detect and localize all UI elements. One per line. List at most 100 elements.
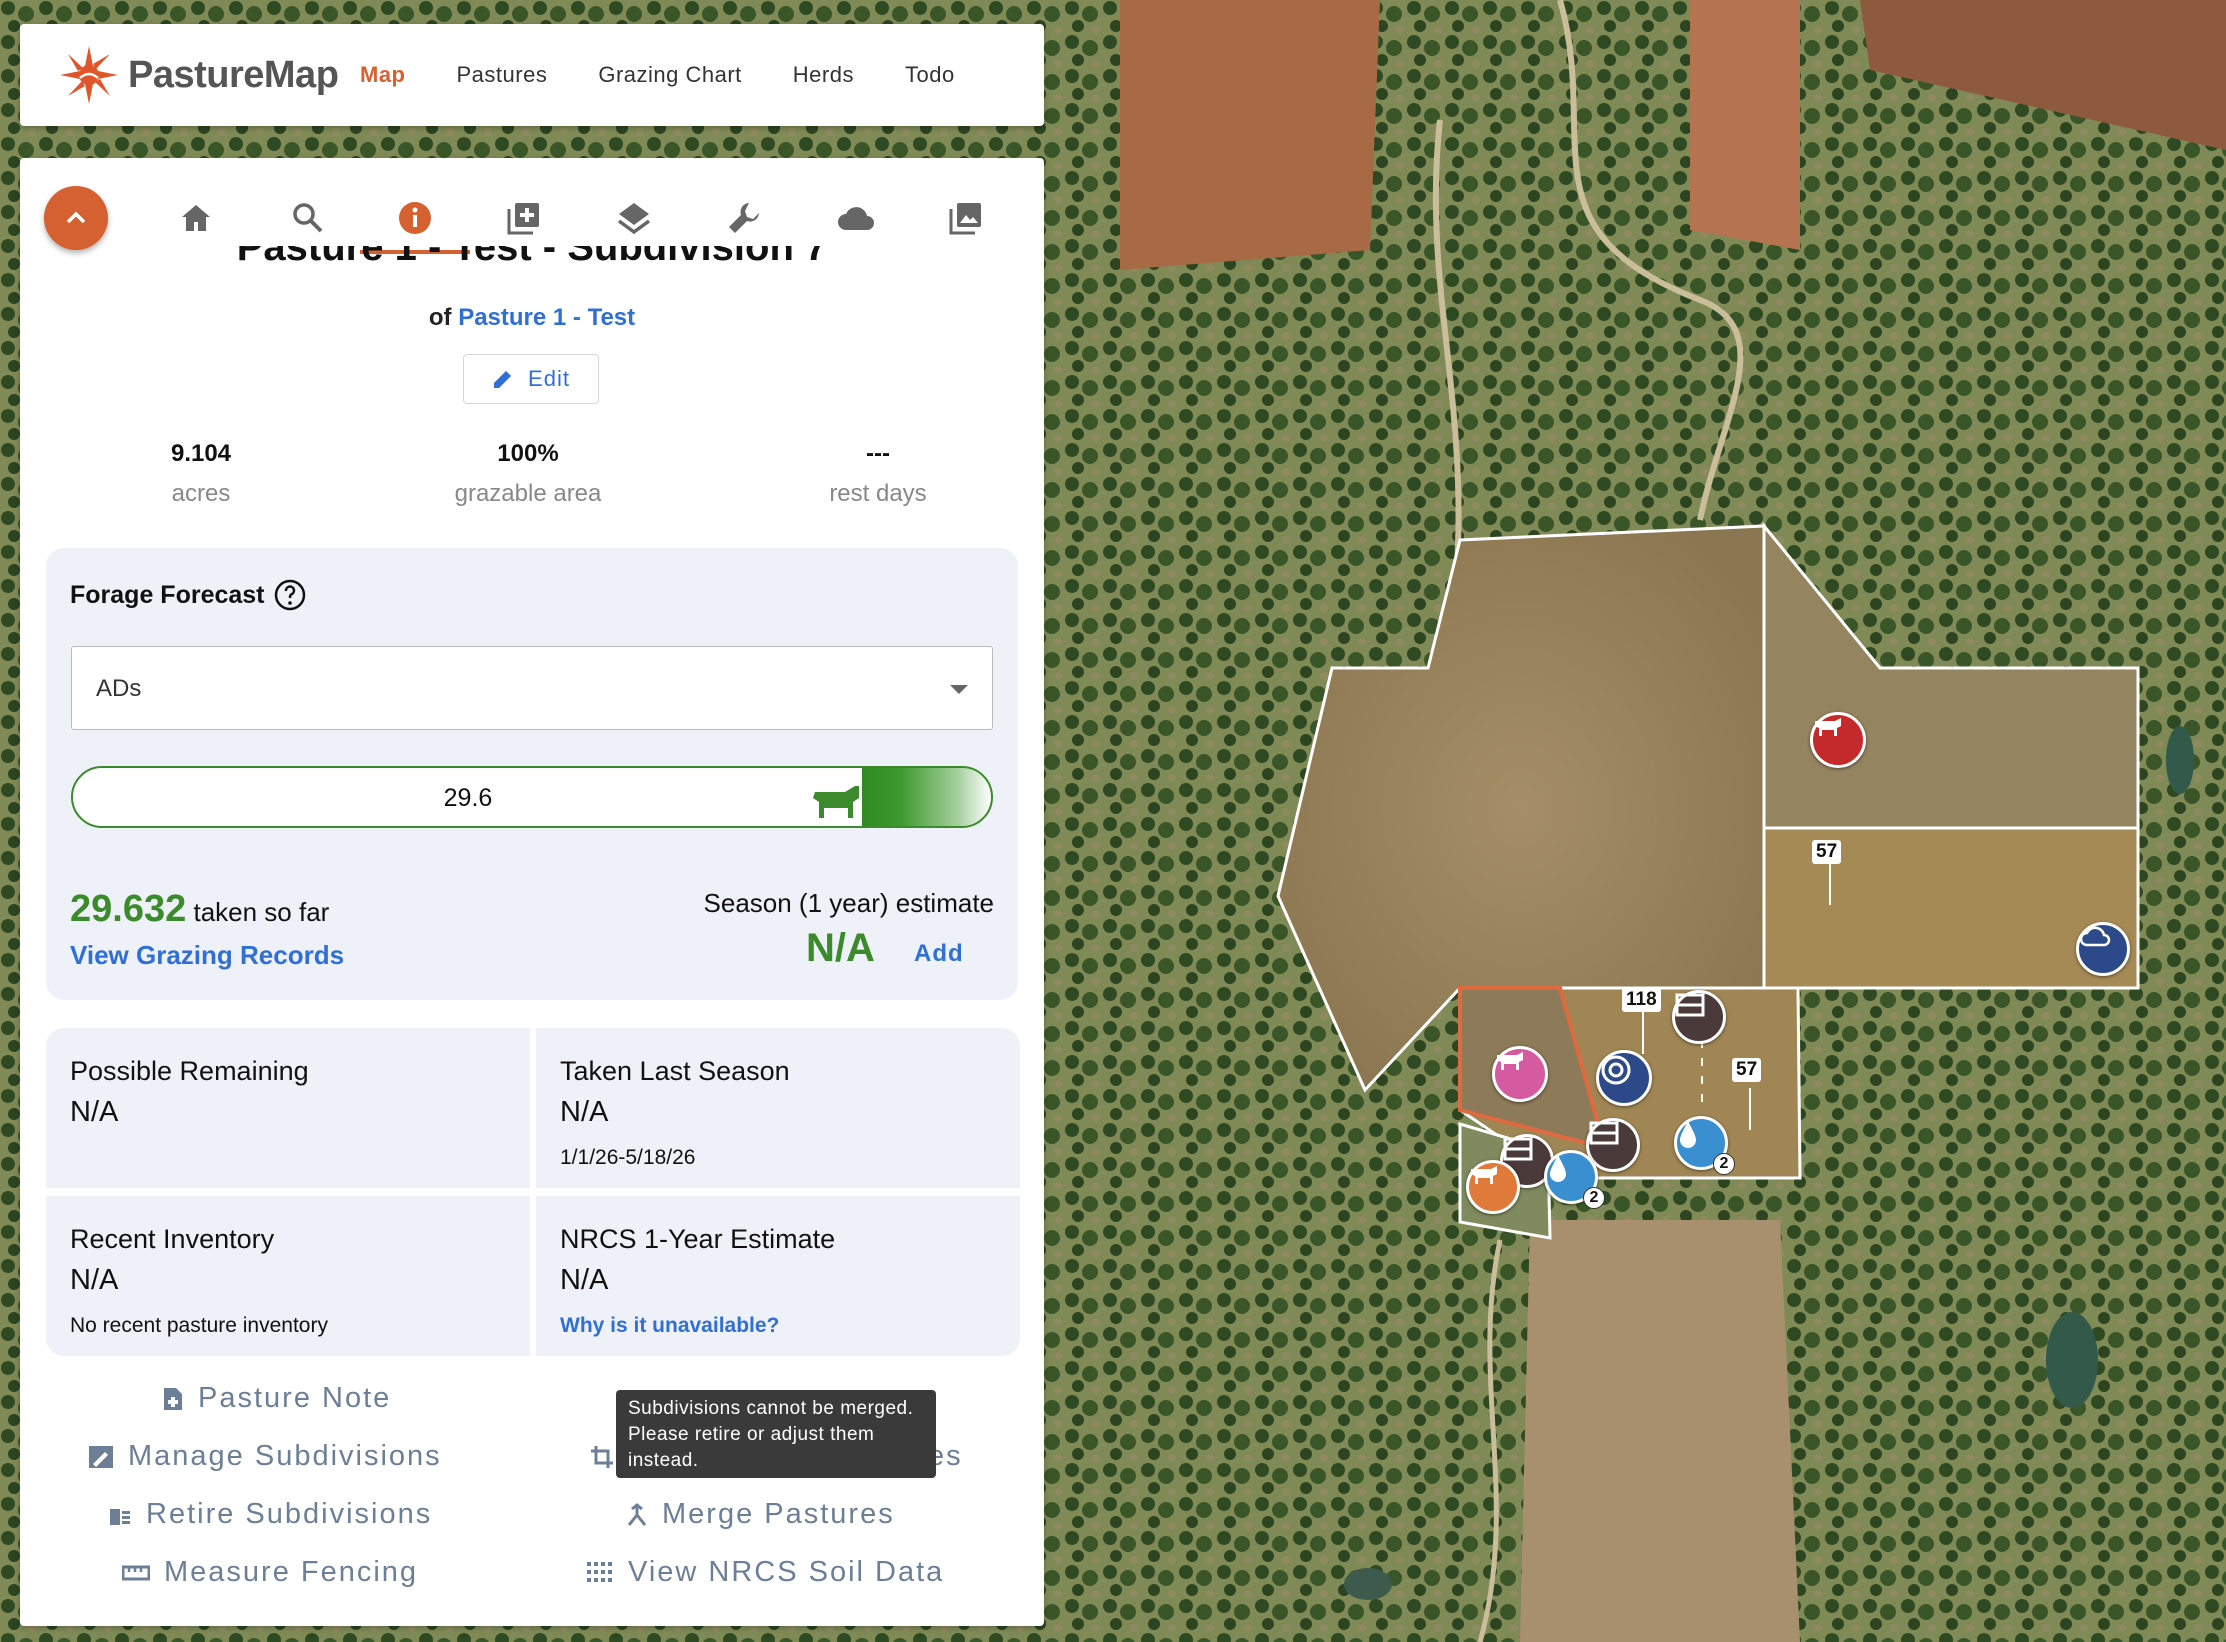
merge-pastures-action[interactable]: Merge Pastures — [626, 1498, 895, 1531]
collapse-panel-button[interactable] — [44, 186, 108, 250]
water-count-badge: 2 — [1583, 1187, 1605, 1209]
main-nav: Map Pastures Grazing Chart Herds Todo — [360, 62, 1006, 88]
edit-map-icon — [89, 1445, 113, 1468]
card-date-range: 1/1/26-5/18/26 — [560, 1146, 696, 1169]
target-icon — [1601, 1055, 1631, 1085]
nav-herds[interactable]: Herds — [793, 62, 854, 88]
water-pin-a[interactable]: 2 — [1544, 1150, 1605, 1209]
wrench-icon — [729, 203, 759, 233]
pasture-note-action[interactable]: Pasture Note — [162, 1382, 391, 1415]
action-label: Manage Subdivisions — [128, 1440, 442, 1472]
nav-grazing-chart[interactable]: Grazing Chart — [598, 62, 741, 88]
tool-weather[interactable] — [836, 198, 876, 238]
measure-fencing-action[interactable]: Measure Fencing — [122, 1556, 418, 1589]
app-name: PastureMap — [128, 53, 339, 96]
tool-wrench[interactable] — [724, 198, 764, 238]
pasture-title: Pasture 1 - Test - Subdivision 7 — [236, 246, 828, 269]
water-drop-icon — [1680, 1121, 1696, 1148]
water-drop-icon — [1550, 1155, 1566, 1182]
gate-pin-a[interactable] — [1672, 990, 1726, 1044]
season-estimate-value: N/A — [806, 926, 875, 970]
parent-pasture-link[interactable]: Pasture 1 - Test — [458, 304, 635, 331]
forage-remaining-fill — [862, 768, 991, 826]
manage-subdivisions-action[interactable]: Manage Subdivisions — [88, 1440, 442, 1473]
crop-icon — [591, 1445, 613, 1468]
info-icon — [399, 202, 431, 234]
tool-home[interactable] — [176, 198, 216, 238]
why-unavailable-link[interactable]: Why is it unavailable? — [560, 1314, 779, 1338]
card-note: No recent pasture inventory — [70, 1314, 328, 1337]
taken-label: taken so far — [193, 897, 330, 927]
ruler-icon — [122, 1565, 150, 1580]
nav-map[interactable]: Map — [360, 62, 406, 88]
stat-rest-days: --- rest days — [728, 440, 1028, 508]
acres-label: acres — [171, 480, 231, 507]
nav-todo[interactable]: Todo — [905, 62, 955, 88]
weather-pin[interactable] — [2076, 922, 2130, 976]
action-label: Merge Pastures — [662, 1498, 895, 1530]
water-pin-b[interactable]: 2 — [1674, 1116, 1735, 1175]
help-icon[interactable] — [273, 578, 307, 612]
stat-grazable: 100% grazable area — [378, 440, 678, 508]
pasture-detail-panel: Pasture 1 - Test - Subdivision 7 of Past… — [20, 158, 1044, 1626]
dropdown-arrow-icon — [950, 685, 968, 694]
add-estimate-button[interactable]: Add — [914, 940, 964, 968]
card-recent-inventory: Recent Inventory N/A No recent pasture i… — [46, 1196, 530, 1356]
add-box-icon — [507, 203, 539, 235]
layers-icon — [617, 203, 651, 235]
top-navigation-bar: PastureMap Map Pastures Grazing Chart He… — [20, 24, 1044, 126]
tool-layers[interactable] — [614, 198, 654, 238]
herd-pin-orange[interactable] — [1466, 1160, 1520, 1214]
map-label-118: 118 — [1622, 988, 1661, 1012]
cow-icon — [1471, 1166, 1497, 1184]
action-label: View NRCS Soil Data — [628, 1556, 945, 1588]
merge-icon — [627, 1502, 647, 1526]
retire-subdivisions-action[interactable]: Retire Subdivisions — [108, 1498, 432, 1531]
forage-bar-value: 29.6 — [443, 784, 493, 812]
stat-acres: 9.104 acres — [51, 440, 351, 508]
card-title: Recent Inventory — [70, 1224, 275, 1254]
of-prefix: of — [428, 304, 452, 331]
card-possible-remaining: Possible Remaining N/A — [46, 1028, 530, 1188]
soil-grid-icon — [587, 1561, 612, 1582]
card-nrcs-estimate: NRCS 1-Year Estimate N/A Why is it unava… — [536, 1196, 1020, 1356]
action-label: Pasture Note — [198, 1382, 392, 1414]
grazable-label: grazable area — [454, 480, 602, 507]
edit-button[interactable]: Edit — [463, 354, 599, 404]
forage-forecast-title: Forage Forecast — [70, 578, 307, 612]
view-soil-data-action[interactable]: View NRCS Soil Data — [586, 1556, 944, 1589]
unit-select[interactable]: ADs — [71, 646, 993, 730]
cow-icon — [1497, 1052, 1523, 1070]
card-value: N/A — [560, 1096, 609, 1128]
action-label: Measure Fencing — [164, 1556, 419, 1588]
cloud-icon — [838, 207, 874, 230]
search-icon — [293, 203, 323, 233]
gate-icon — [1589, 1121, 1619, 1145]
merge-disabled-tooltip: Subdivisions cannot be merged. Please re… — [616, 1390, 936, 1478]
card-title: Possible Remaining — [70, 1056, 309, 1086]
map-label-57: 57 — [1812, 840, 1842, 864]
note-add-icon — [164, 1387, 182, 1410]
acres-value: 9.104 — [170, 440, 232, 467]
tool-search[interactable] — [288, 198, 328, 238]
herd-pin-red[interactable] — [1810, 712, 1866, 768]
gate-icon — [1675, 993, 1705, 1017]
herd-pin-pink[interactable] — [1492, 1046, 1548, 1102]
grazable-value: 100% — [497, 440, 559, 467]
tool-info[interactable] — [395, 198, 435, 238]
cow-icon — [813, 786, 859, 818]
unit-select-value: ADs — [96, 675, 142, 702]
tool-photos[interactable] — [946, 198, 986, 238]
map-label-57: 57 — [1732, 1058, 1762, 1082]
tool-add-layer[interactable] — [504, 198, 544, 238]
app-logo[interactable]: PastureMap — [58, 44, 360, 106]
target-pin[interactable] — [1596, 1050, 1652, 1106]
taken-value: 29.632 — [70, 888, 187, 930]
nav-pastures[interactable]: Pastures — [457, 62, 548, 88]
parent-pasture-line: of Pasture 1 - Test — [20, 304, 1044, 332]
photo-library-icon — [949, 203, 981, 235]
view-grazing-records-link[interactable]: View Grazing Records — [70, 940, 344, 971]
gate-icon — [1503, 1137, 1533, 1161]
pencil-icon — [494, 371, 512, 388]
card-value: N/A — [560, 1264, 609, 1296]
